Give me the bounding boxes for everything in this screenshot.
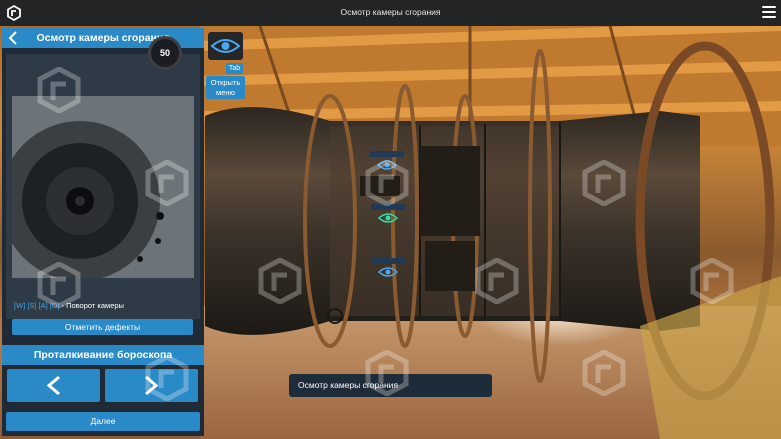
open-menu-button[interactable]: Открыть меню: [206, 76, 245, 99]
marker-label: [370, 151, 404, 157]
tab-key-hint: Tab: [226, 63, 243, 74]
eye-icon: [378, 267, 398, 277]
eye-icon: [210, 39, 241, 53]
hamburger-menu-icon[interactable]: [762, 6, 776, 18]
top-bar: Осмотр камеры сгорания: [0, 0, 781, 26]
watermark-logo-icon: [258, 258, 302, 304]
watermark-logo-icon: [37, 262, 81, 308]
watermark-logo-icon: [365, 160, 409, 206]
watermark-logo-icon: [475, 258, 519, 304]
counter-badge: 50: [148, 36, 182, 70]
watermark-logo-icon: [37, 67, 81, 113]
eye-icon: [378, 213, 398, 223]
watermark-logo-icon: [145, 355, 189, 401]
marker-label: [371, 258, 405, 264]
mark-defects-button[interactable]: Отметить дефекты: [12, 319, 193, 335]
next-button[interactable]: Далее: [6, 412, 200, 431]
window-title: Осмотр камеры сгорания: [340, 7, 441, 17]
watermark-logo-icon: [582, 160, 626, 206]
boroscope-back-button[interactable]: [7, 369, 100, 402]
watermark-logo-icon: [582, 350, 626, 396]
watermark-logo-icon: [365, 350, 409, 396]
watermark-logo-icon: [145, 160, 189, 206]
watermark-logo-icon: [690, 258, 734, 304]
chevron-left-icon: [46, 375, 60, 396]
view-toggle-button[interactable]: [208, 32, 243, 60]
